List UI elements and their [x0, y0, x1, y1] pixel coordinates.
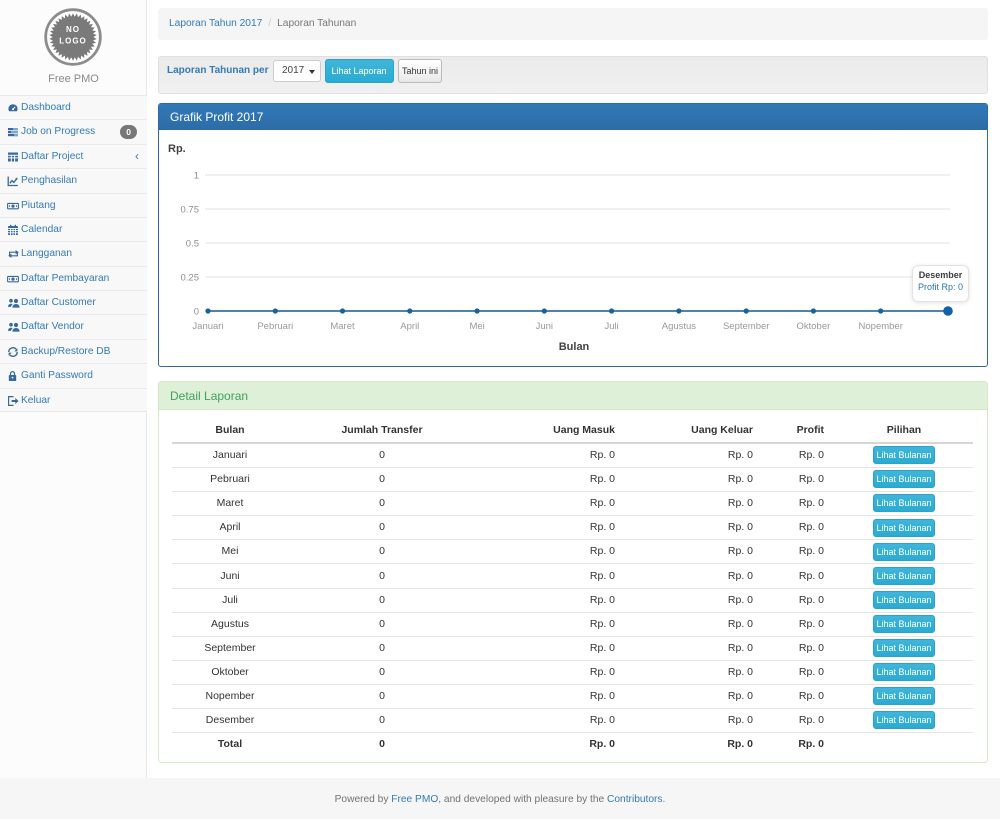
- svg-text:Juli: Juli: [604, 321, 618, 332]
- svg-text:LOGO: LOGO: [59, 37, 87, 46]
- svg-text:Agustus: Agustus: [662, 321, 697, 332]
- svg-text:September: September: [723, 321, 769, 332]
- svg-text:Maret: Maret: [330, 321, 355, 332]
- svg-text:Mei: Mei: [469, 321, 484, 332]
- svg-text:Januari: Januari: [192, 321, 223, 332]
- svg-text:NO: NO: [66, 25, 80, 34]
- svg-text:0.75: 0.75: [181, 205, 200, 216]
- svg-text:0.25: 0.25: [181, 273, 200, 284]
- svg-text:Bulan: Bulan: [559, 341, 590, 353]
- svg-text:Juni: Juni: [536, 321, 553, 332]
- svg-text:Pebruari: Pebruari: [257, 321, 293, 332]
- svg-text:April: April: [400, 321, 419, 332]
- svg-text:0.5: 0.5: [186, 239, 199, 250]
- svg-text:Oktober: Oktober: [797, 321, 831, 332]
- svg-text:1: 1: [194, 171, 199, 182]
- svg-text:Nopember: Nopember: [859, 321, 903, 332]
- svg-text:0: 0: [194, 307, 199, 318]
- svg-text:Rp.: Rp.: [168, 143, 186, 155]
